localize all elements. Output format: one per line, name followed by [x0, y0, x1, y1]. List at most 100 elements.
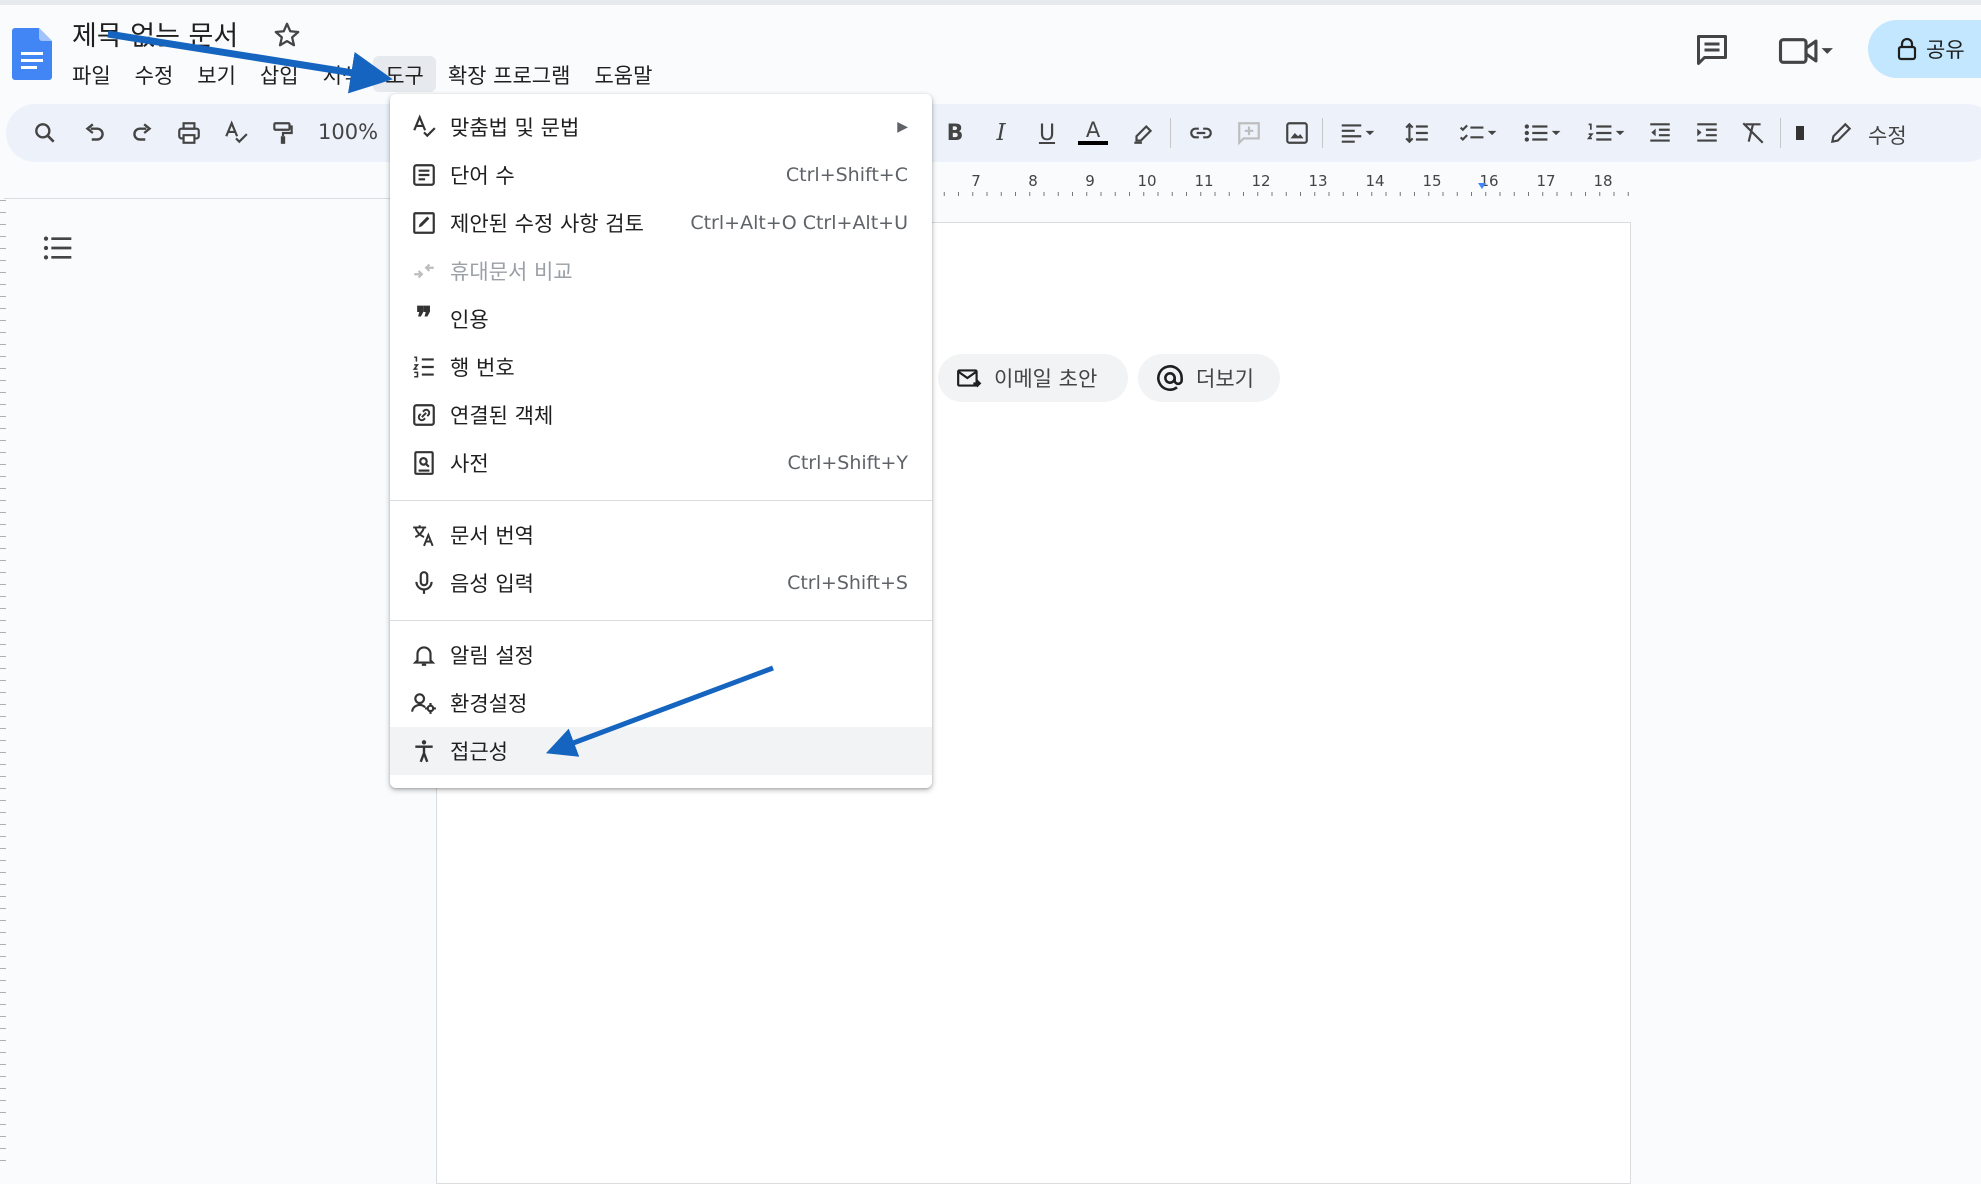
ruler-number: 14 [1365, 172, 1384, 190]
menu-item-notification-settings[interactable]: 알림 설정 [390, 631, 932, 679]
meet-icon[interactable] [1776, 34, 1836, 68]
spellcheck-icon[interactable] [221, 118, 251, 148]
email-draft-chip[interactable]: 이메일 초안 [938, 354, 1128, 402]
numbered-list-icon[interactable] [1580, 118, 1632, 148]
star-icon[interactable] [272, 20, 302, 50]
checklist-icon[interactable] [1452, 118, 1504, 148]
menu-item-shortcut: Ctrl+Shift+S [787, 572, 908, 594]
menu-item-label: 사전 [450, 452, 489, 476]
compare-icon [410, 257, 438, 285]
align-icon[interactable] [1336, 118, 1380, 148]
ruler-number: 15 [1422, 172, 1441, 190]
ruler-number: 11 [1194, 172, 1213, 190]
menu-tools[interactable]: 도구 [373, 56, 436, 92]
menu-item-translate-document[interactable]: 문서 번역 [390, 511, 932, 559]
ruler-number: 10 [1137, 172, 1156, 190]
menu-item-label: 단어 수 [450, 164, 515, 188]
menu-insert[interactable]: 삽입 [248, 56, 311, 92]
image-icon[interactable] [1282, 118, 1312, 148]
document-title[interactable]: 제목 없는 문서 [72, 14, 238, 53]
italic-icon[interactable]: I [986, 118, 1016, 148]
menu-item-voice-typing[interactable]: 음성 입력 Ctrl+Shift+S [390, 559, 932, 607]
menu-item-label: 맞춤법 및 문법 [450, 116, 580, 140]
comment-history-icon[interactable] [1694, 32, 1730, 68]
spellcheck-icon [410, 113, 438, 141]
menu-item-shortcut: Ctrl+Shift+Y [787, 452, 908, 474]
undo-icon[interactable] [80, 118, 110, 148]
underline-icon[interactable]: U [1032, 118, 1062, 148]
redo-icon[interactable] [127, 118, 157, 148]
menu-item-citations[interactable]: ❞ 인용 [390, 295, 932, 343]
print-icon[interactable] [174, 118, 204, 148]
menu-extensions[interactable]: 확장 프로그램 [436, 56, 583, 92]
bold-icon[interactable]: B [940, 118, 970, 148]
share-button[interactable]: 공유 [1868, 20, 1981, 78]
ruler-number: 17 [1536, 172, 1555, 190]
highlight-icon[interactable] [1128, 118, 1158, 148]
decrease-indent-icon[interactable] [1645, 118, 1675, 148]
menu-item-spelling-grammar[interactable]: 맞춤법 및 문법 ▶ [390, 103, 932, 151]
horizontal-ruler: 7 8 9 10 11 12 13 14 15 16 17 18 [930, 172, 1629, 196]
menu-format[interactable]: 서식 [311, 56, 374, 92]
line-spacing-icon[interactable] [1402, 118, 1432, 148]
menu-item-dictionary[interactable]: 사전 Ctrl+Shift+Y [390, 439, 932, 487]
ruler-number: 7 [971, 172, 981, 190]
top-strip [0, 0, 1981, 5]
menu-item-label: 휴대문서 비교 [450, 260, 573, 284]
dictionary-icon [410, 449, 438, 477]
toolbar-divider [1322, 118, 1323, 148]
document-outline-icon[interactable] [42, 232, 74, 264]
menu-item-linked-objects[interactable]: 연결된 객체 [390, 391, 932, 439]
ruler-number: 12 [1251, 172, 1270, 190]
search-icon[interactable] [30, 118, 60, 148]
line-numbers-icon [410, 353, 438, 381]
paint-format-icon[interactable] [268, 118, 298, 148]
submenu-arrow-icon: ▶ [897, 119, 908, 135]
menu-help[interactable]: 도움말 [582, 56, 664, 92]
ruler-number: 8 [1028, 172, 1038, 190]
menu-item-label: 제안된 수정 사항 검토 [450, 212, 644, 236]
menu-bar: 파일 수정 보기 삽입 서식 도구 확장 프로그램 도움말 [60, 56, 664, 92]
menu-item-shortcut: Ctrl+Shift+C [785, 164, 908, 186]
menu-item-label: 알림 설정 [450, 644, 534, 668]
menu-item-review-suggested-edits[interactable]: 제안된 수정 사항 검토 Ctrl+Alt+O Ctrl+Alt+U [390, 199, 932, 247]
clear-formatting-icon[interactable] [1738, 118, 1768, 148]
menu-view[interactable]: 보기 [185, 56, 248, 92]
text-color-icon[interactable]: A [1078, 114, 1108, 150]
bell-icon [410, 641, 438, 669]
menu-item-line-numbers[interactable]: 행 번호 [390, 343, 932, 391]
at-sign-icon [1157, 365, 1183, 391]
review-edits-icon [410, 209, 438, 237]
ruler-number: 18 [1593, 172, 1612, 190]
menu-item-label: 환경설정 [450, 692, 528, 716]
bullet-list-icon[interactable] [1516, 118, 1568, 148]
increase-indent-icon[interactable] [1692, 118, 1722, 148]
more-chip[interactable]: 더보기 [1138, 354, 1280, 402]
docs-logo-icon[interactable] [12, 28, 52, 80]
zoom-select[interactable]: 100% [318, 120, 378, 144]
menu-item-accessibility[interactable]: 접근성 [390, 727, 932, 775]
toolbar-divider [1780, 118, 1781, 148]
menu-item-label: 행 번호 [450, 356, 515, 380]
pencil-icon[interactable] [1826, 118, 1856, 148]
citation-icon: ❞ [415, 301, 433, 336]
lock-icon [1897, 37, 1917, 61]
microphone-icon [410, 569, 438, 597]
more-label: 더보기 [1196, 367, 1254, 391]
menu-file[interactable]: 파일 [60, 56, 123, 92]
menu-item-shortcut: Ctrl+Alt+O Ctrl+Alt+U [690, 212, 908, 234]
more-tools-icon[interactable] [1790, 118, 1810, 148]
ruler-number: 13 [1308, 172, 1327, 190]
menu-item-label: 접근성 [450, 740, 508, 764]
translate-icon [410, 521, 438, 549]
menu-item-label: 연결된 객체 [450, 404, 554, 428]
menu-item-word-count[interactable]: 단어 수 Ctrl+Shift+C [390, 151, 932, 199]
edit-mode-label[interactable]: 수정 [1868, 120, 1907, 150]
menu-edit[interactable]: 수정 [123, 56, 186, 92]
comment-icon[interactable] [1234, 118, 1264, 148]
link-icon[interactable] [1186, 118, 1216, 148]
tools-menu-dropdown: 맞춤법 및 문법 ▶ 단어 수 Ctrl+Shift+C 제안된 수정 사항 검… [390, 94, 932, 788]
preferences-icon [410, 689, 438, 717]
menu-divider [390, 500, 932, 501]
menu-item-preferences[interactable]: 환경설정 [390, 679, 932, 727]
